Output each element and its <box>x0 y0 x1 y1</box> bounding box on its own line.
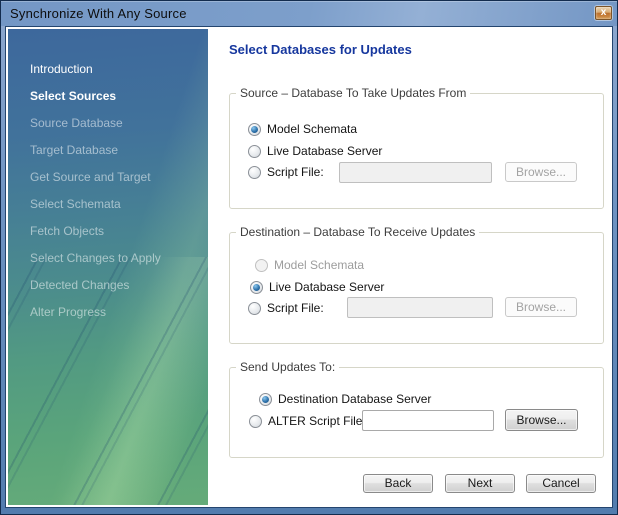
destination-live-server-label: Live Database Server <box>269 280 384 294</box>
sidebar-item-source-database: Source Database <box>8 110 208 137</box>
back-button[interactable]: Back <box>363 474 433 493</box>
source-groupbox-title: Source – Database To Take Updates From <box>236 86 470 100</box>
send-alter-script-label: ALTER Script File: <box>268 414 366 428</box>
alter-script-file-input[interactable] <box>362 410 494 431</box>
main-content: Select Databases for Updates Source – Da… <box>208 29 610 505</box>
destination-model-schemata-label: Model Schemata <box>274 258 364 272</box>
destination-script-file-label: Script File: <box>267 301 324 315</box>
sidebar-item-target-database: Target Database <box>8 137 208 164</box>
next-button[interactable]: Next <box>445 474 515 493</box>
source-script-file-radio[interactable] <box>248 166 261 179</box>
window-title: Synchronize With Any Source <box>1 6 187 21</box>
destination-script-file-radio[interactable] <box>248 302 261 315</box>
source-model-schemata-label: Model Schemata <box>267 122 357 136</box>
source-groupbox: Source – Database To Take Updates From M… <box>229 93 604 209</box>
send-updates-groupbox-title: Send Updates To: <box>236 360 339 374</box>
sidebar-item-introduction: Introduction <box>8 56 208 83</box>
send-updates-groupbox: Send Updates To: Destination Database Se… <box>229 367 604 458</box>
sidebar-item-select-schemata: Select Schemata <box>8 191 208 218</box>
send-alter-script-radio[interactable] <box>249 415 262 428</box>
sidebar-item-detected-changes: Detected Changes <box>8 272 208 299</box>
sidebar-item-select-sources: Select Sources <box>8 83 208 110</box>
page-title: Select Databases for Updates <box>229 42 412 57</box>
send-destination-server-radio[interactable] <box>259 393 272 406</box>
sidebar-item-alter-progress: Alter Progress <box>8 299 208 326</box>
source-live-server-label: Live Database Server <box>267 144 382 158</box>
window-body: Introduction Select Sources Source Datab… <box>5 26 613 508</box>
cancel-button[interactable]: Cancel <box>526 474 596 493</box>
destination-model-schemata-radio <box>255 259 268 272</box>
source-script-file-input <box>339 162 492 183</box>
send-destination-server-label: Destination Database Server <box>278 392 431 406</box>
destination-model-schemata-row: Model Schemata <box>255 258 364 272</box>
destination-groupbox-title: Destination – Database To Receive Update… <box>236 225 479 239</box>
sidebar-item-select-changes: Select Changes to Apply <box>8 245 208 272</box>
source-script-file-row: Script File: <box>248 165 324 179</box>
send-browse-button[interactable]: Browse... <box>505 409 578 431</box>
close-icon[interactable]: x <box>595 6 612 20</box>
source-browse-button: Browse... <box>505 162 577 182</box>
title-bar: Synchronize With Any Source x <box>1 1 617 26</box>
source-script-file-label: Script File: <box>267 165 324 179</box>
send-destination-server-row: Destination Database Server <box>259 392 431 406</box>
destination-groupbox: Destination – Database To Receive Update… <box>229 232 604 344</box>
sidebar-item-fetch-objects: Fetch Objects <box>8 218 208 245</box>
wizard-window: Synchronize With Any Source x Introducti… <box>0 0 618 515</box>
sidebar-item-get-source-target: Get Source and Target <box>8 164 208 191</box>
source-live-server-row: Live Database Server <box>248 144 382 158</box>
destination-live-server-radio[interactable] <box>250 281 263 294</box>
send-alter-script-row: ALTER Script File: <box>249 414 366 428</box>
source-model-schemata-radio[interactable] <box>248 123 261 136</box>
wizard-steps-sidebar: Introduction Select Sources Source Datab… <box>8 29 208 505</box>
destination-script-file-row: Script File: <box>248 301 324 315</box>
source-live-server-radio[interactable] <box>248 145 261 158</box>
source-model-schemata-row: Model Schemata <box>248 122 357 136</box>
destination-live-server-row: Live Database Server <box>250 280 384 294</box>
destination-browse-button: Browse... <box>505 297 577 317</box>
destination-script-file-input <box>347 297 493 318</box>
